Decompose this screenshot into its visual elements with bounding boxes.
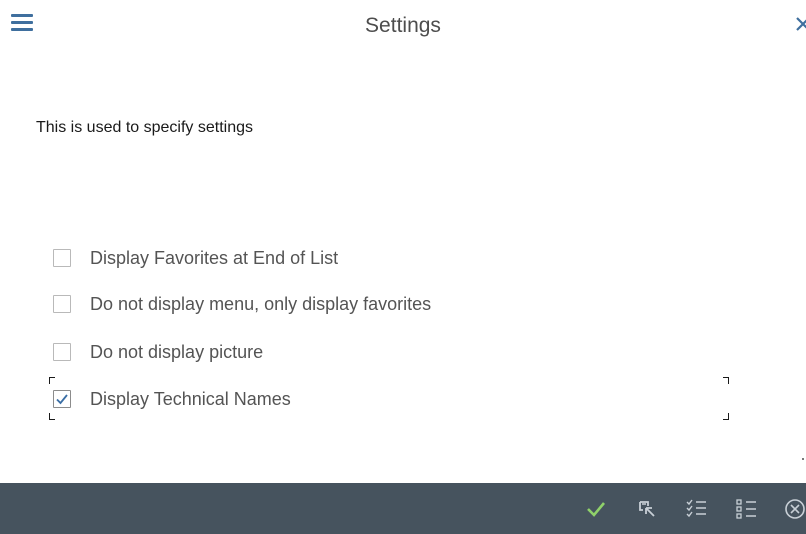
- dialog-title: Settings: [365, 14, 441, 37]
- decorative-dot: [802, 458, 804, 460]
- cancel-icon: [785, 499, 805, 519]
- confirm-button[interactable]: [583, 496, 609, 522]
- dialog-footer-toolbar: [0, 483, 806, 534]
- checkbox[interactable]: [53, 295, 71, 313]
- option-only-display-favorites[interactable]: Do not display menu, only display favori…: [53, 290, 513, 318]
- select-cursor-button[interactable]: [634, 496, 660, 522]
- checkbox[interactable]: [53, 343, 71, 361]
- close-icon[interactable]: [794, 12, 806, 36]
- select-all-icon: [686, 499, 706, 518]
- select-cursor-icon: [639, 501, 655, 517]
- option-label: Display Favorites at End of List: [90, 247, 339, 268]
- checkbox[interactable]: [53, 249, 71, 267]
- option-do-not-display-picture[interactable]: Do not display picture: [53, 338, 513, 366]
- option-label: Do not display menu, only display favori…: [90, 293, 432, 314]
- cancel-button[interactable]: [782, 496, 806, 522]
- checkmark-icon: [587, 502, 605, 517]
- deselect-all-button[interactable]: [734, 496, 760, 522]
- option-label: Do not display picture: [90, 341, 264, 362]
- settings-dialog: Settings This is used to specify setting…: [0, 0, 806, 534]
- focus-indicator: [49, 377, 729, 420]
- option-display-favorites-at-end[interactable]: Display Favorites at End of List: [53, 244, 513, 272]
- dialog-header: Settings: [0, 0, 806, 52]
- settings-description: This is used to specify settings: [36, 119, 253, 136]
- deselect-all-icon: [736, 499, 756, 519]
- select-all-button[interactable]: [684, 496, 710, 522]
